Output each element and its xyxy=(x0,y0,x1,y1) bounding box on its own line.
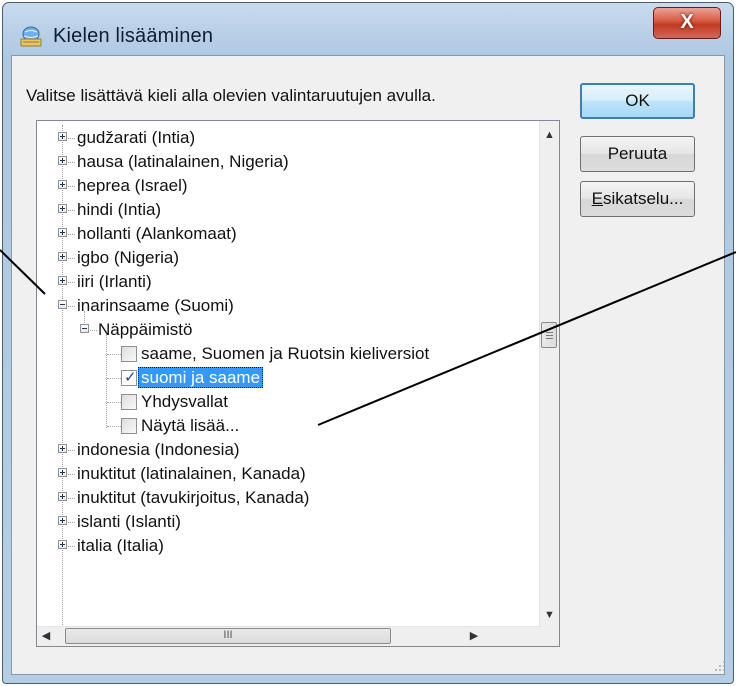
tree-item-label: hausa (latinalainen, Nigeria) xyxy=(77,152,289,171)
expand-plus-icon[interactable] xyxy=(58,132,67,141)
expand-plus-icon[interactable] xyxy=(58,180,67,189)
preview-button[interactable]: Esikatselu... xyxy=(580,181,695,217)
expand-plus-icon[interactable] xyxy=(58,276,67,285)
tree-group-label: Näppäimistö xyxy=(98,320,193,339)
expand-plus-icon[interactable] xyxy=(58,156,67,165)
language-tree[interactable]: gudžarati (Intia) hausa (latinalainen, N… xyxy=(36,120,560,647)
checkbox[interactable] xyxy=(121,346,137,362)
expand-plus-icon[interactable] xyxy=(58,252,67,261)
resize-grip-icon[interactable] xyxy=(714,660,726,672)
vertical-scrollbar[interactable]: ▲ ▼ xyxy=(539,121,559,628)
tree-item-label: indonesia (Indonesia) xyxy=(77,440,240,459)
ok-button[interactable]: OK xyxy=(580,83,695,119)
keyboard-label: suomi ja saame xyxy=(138,367,264,388)
tree-item-label: islanti (Islanti) xyxy=(77,512,181,531)
tree-item-label: igbo (Nigeria) xyxy=(77,248,180,267)
tree-item-label: hollanti (Alankomaat) xyxy=(77,224,237,243)
checkmark-icon: ✓ xyxy=(124,369,137,386)
tree-item-label: inuktitut (latinalainen, Kanada) xyxy=(77,464,306,483)
collapse-minus-icon[interactable] xyxy=(58,300,67,309)
scroll-up-arrow-icon[interactable]: ▲ xyxy=(540,129,559,141)
keyboard-label: Yhdysvallat xyxy=(141,392,228,411)
tree-guide-line xyxy=(62,125,63,625)
scrollbar-corner xyxy=(540,627,559,646)
scroll-down-arrow-icon[interactable]: ▼ xyxy=(540,609,559,621)
expand-plus-icon[interactable] xyxy=(58,228,67,237)
expand-plus-icon[interactable] xyxy=(58,468,67,477)
expand-plus-icon[interactable] xyxy=(58,444,67,453)
checkbox-checked[interactable]: ✓ xyxy=(121,369,137,386)
tree-item-label: hindi (Intia) xyxy=(77,200,162,219)
instruction-text: Valitse lisättävä kieli alla olevien val… xyxy=(26,86,436,105)
collapse-minus-icon[interactable] xyxy=(80,324,89,333)
tree-item-label: italia (Italia) xyxy=(77,536,164,555)
horizontal-scrollbar[interactable]: ◀ III ▶ xyxy=(37,626,542,646)
scroll-left-arrow-icon[interactable]: ◀ xyxy=(39,629,53,642)
checkbox[interactable] xyxy=(121,418,137,434)
tree-item-label: heprea (Israel) xyxy=(77,176,188,195)
checkbox[interactable] xyxy=(121,394,137,410)
close-button[interactable]: X xyxy=(653,7,721,39)
keyboard-label: saame, Suomen ja Ruotsin kieliversiot xyxy=(141,344,430,363)
cancel-button[interactable]: Peruuta xyxy=(580,136,695,172)
tree-item-label: iiri (Irlanti) xyxy=(77,272,152,291)
expand-plus-icon[interactable] xyxy=(58,540,67,549)
expand-plus-icon[interactable] xyxy=(58,492,67,501)
keyboard-label: Näytä lisää... xyxy=(141,416,240,435)
window-title: Kielen lisääminen xyxy=(53,25,214,47)
tree-item-label: inuktitut (tavukirjoitus, Kanada) xyxy=(77,488,310,507)
preview-mnemonic: E xyxy=(591,189,604,208)
tree-item-label: inarinsaame (Suomi) xyxy=(77,296,234,315)
title-bar[interactable]: Kielen lisääminen X xyxy=(3,3,733,55)
scroll-right-arrow-icon[interactable]: ▶ xyxy=(467,629,481,642)
expand-plus-icon[interactable] xyxy=(58,516,67,525)
tree-item-label: gudžarati (Intia) xyxy=(77,128,196,147)
globe-keyboard-icon xyxy=(20,26,42,47)
expand-plus-icon[interactable] xyxy=(58,204,67,213)
scroll-thumb[interactable] xyxy=(541,322,557,348)
horizontal-scroll-thumb[interactable]: III xyxy=(65,628,391,644)
preview-label: sikatselu... xyxy=(603,189,684,208)
